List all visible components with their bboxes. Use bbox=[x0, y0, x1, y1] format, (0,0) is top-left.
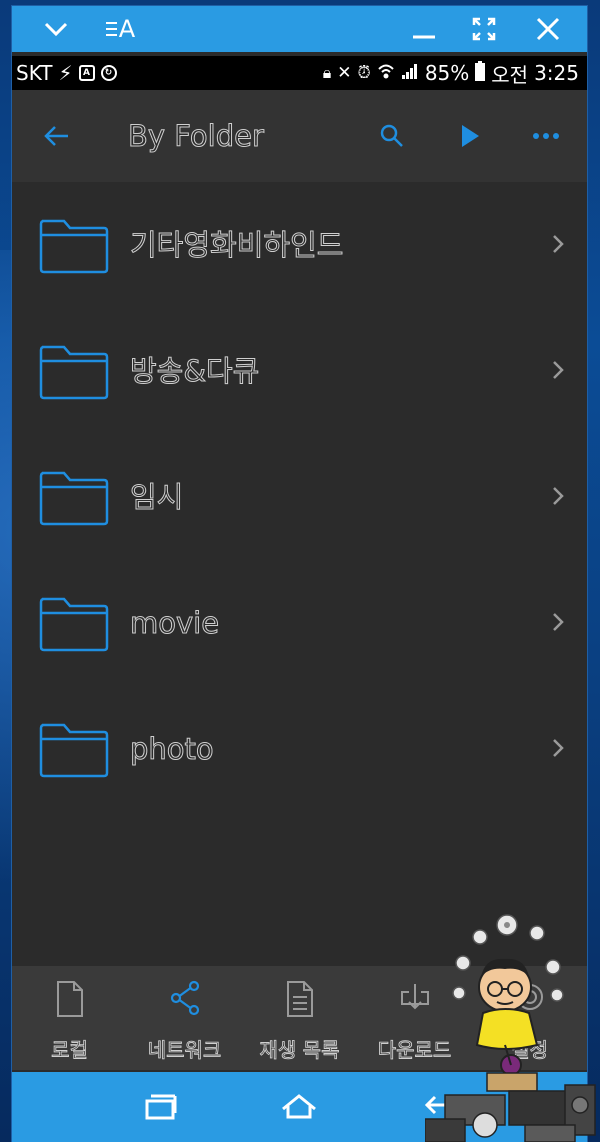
mascot-sticker bbox=[425, 914, 596, 1142]
folder-icon bbox=[39, 345, 109, 400]
window-titlebar: A bbox=[12, 6, 587, 52]
nav-playlist[interactable]: 재생 목록 bbox=[242, 966, 357, 1070]
close-icon[interactable] bbox=[528, 6, 568, 52]
share-icon bbox=[170, 980, 199, 1016]
text-A-icon[interactable]: A bbox=[98, 6, 142, 52]
folder-name: 기타영화비하인드 bbox=[129, 228, 344, 263]
folder-list: 기타영화비하인드 방송&다큐 임시 movie photo bbox=[12, 182, 587, 812]
am-pm-label: 오전 bbox=[491, 62, 529, 87]
chevron-right-icon bbox=[553, 235, 564, 253]
wifi-icon bbox=[377, 61, 395, 85]
folder-icon bbox=[39, 597, 109, 652]
minimize-icon[interactable] bbox=[404, 6, 444, 52]
list-item[interactable]: movie bbox=[12, 560, 587, 686]
back-arrow-icon[interactable] bbox=[38, 118, 74, 154]
folder-icon bbox=[39, 219, 109, 274]
folder-name: photo bbox=[130, 732, 215, 767]
chevron-right-icon bbox=[553, 487, 564, 505]
list-item[interactable]: photo bbox=[12, 686, 587, 812]
lock-icon: 🔒︎ bbox=[322, 63, 332, 82]
file-icon bbox=[56, 981, 83, 1017]
lte-icon: ⚡ bbox=[58, 61, 73, 85]
play-icon[interactable] bbox=[452, 118, 488, 154]
home-icon[interactable] bbox=[274, 1082, 324, 1132]
chevron-right-icon bbox=[553, 613, 564, 631]
cartoon-man bbox=[475, 958, 539, 1076]
list-item[interactable]: 임시 bbox=[12, 434, 587, 560]
search-icon[interactable] bbox=[374, 118, 410, 154]
nav-label: 로컬 bbox=[51, 1038, 89, 1063]
recent-apps-icon[interactable] bbox=[136, 1082, 186, 1132]
nav-local[interactable]: 로컬 bbox=[12, 966, 127, 1070]
nav-label: 네트워크 bbox=[147, 1038, 222, 1063]
title-letter: A bbox=[118, 15, 136, 43]
folder-icon bbox=[39, 471, 109, 526]
sync-icon: ↻ bbox=[100, 65, 117, 81]
notification-app-icon: A bbox=[78, 65, 95, 81]
nav-network[interactable]: 네트워크 bbox=[127, 966, 242, 1070]
signal-icon bbox=[401, 61, 419, 85]
electronics-pile bbox=[425, 1072, 596, 1142]
chevron-right-icon bbox=[553, 361, 564, 379]
battery-percent: 85% bbox=[424, 61, 470, 85]
document-icon bbox=[286, 981, 313, 1017]
chevron-right-icon bbox=[553, 739, 564, 757]
folder-name: movie bbox=[129, 606, 220, 641]
nav-label: 재생 목록 bbox=[259, 1038, 340, 1063]
app-bar: By Folder bbox=[12, 90, 587, 182]
list-item[interactable]: 방송&다큐 bbox=[12, 308, 587, 434]
battery-icon bbox=[475, 60, 486, 86]
folder-icon bbox=[39, 723, 109, 778]
page-title: By Folder bbox=[128, 119, 265, 154]
status-bar: SKT ⚡ A ↻ 🔒︎ ✕ ⏰︎ 85% 오전 3:25 bbox=[12, 56, 587, 90]
mute-icon: ✕ bbox=[337, 63, 352, 83]
more-icon[interactable] bbox=[528, 118, 564, 154]
alarm-icon: ⏰︎ bbox=[357, 63, 371, 83]
folder-name: 임시 bbox=[129, 480, 184, 515]
clock: 3:25 bbox=[534, 61, 579, 85]
list-item[interactable]: 기타영화비하인드 bbox=[12, 182, 587, 308]
carrier-label: SKT bbox=[16, 61, 53, 85]
fullscreen-icon[interactable] bbox=[464, 6, 504, 52]
folder-name: 방송&다큐 bbox=[129, 354, 260, 389]
chevron-down-icon[interactable] bbox=[36, 6, 76, 52]
